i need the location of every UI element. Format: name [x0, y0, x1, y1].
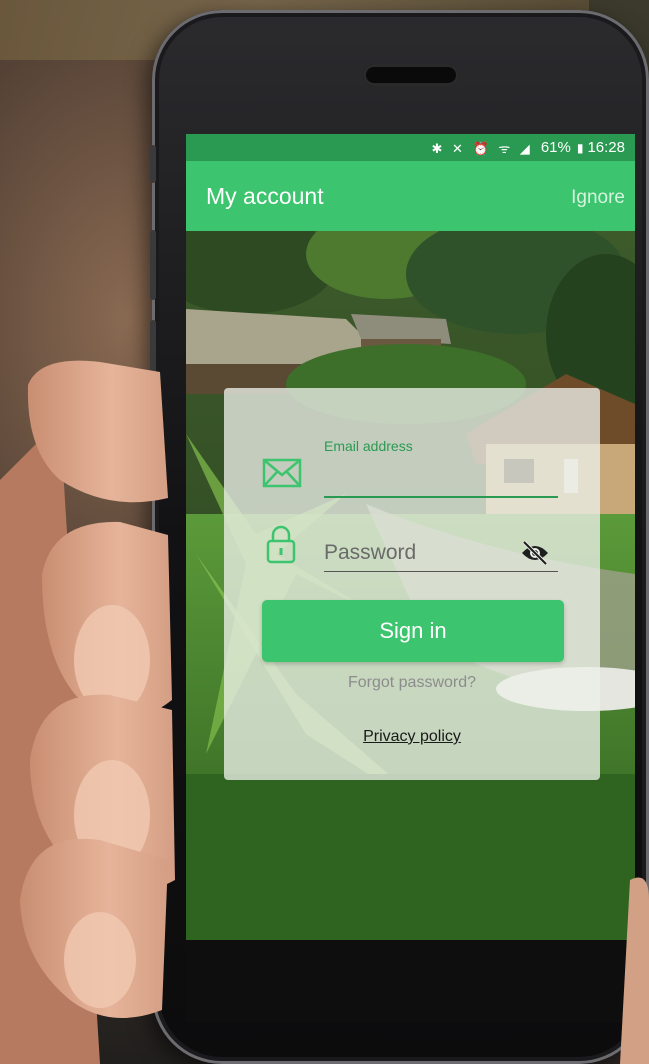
login-card: Email address Password Sign in Forgot pa…: [224, 388, 600, 780]
email-input[interactable]: [324, 458, 558, 496]
envelope-icon: [262, 458, 302, 488]
privacy-policy-link[interactable]: Privacy policy: [224, 728, 600, 746]
password-input[interactable]: Password: [324, 541, 416, 565]
battery-level: 61%: [540, 139, 571, 156]
phone-screen: ✱ ✕ ⏰ ᯤ ◢ 61% ▮ 16:28 My account Ignore …: [186, 134, 635, 940]
app-bar: My account Ignore: [186, 161, 635, 231]
status-icons: ✱ ✕ ⏰ ᯤ ◢: [431, 140, 533, 156]
app-title: My account: [206, 183, 324, 209]
phone-earpiece: [363, 64, 459, 86]
forgot-password-link[interactable]: Forgot password?: [224, 674, 600, 692]
volume-down-button: [150, 320, 156, 390]
status-bar: ✱ ✕ ⏰ ᯤ ◢ 61% ▮ 16:28: [186, 134, 635, 161]
volume-up-button: [150, 230, 156, 300]
lock-icon: [266, 525, 296, 564]
ignore-button[interactable]: Ignore: [571, 187, 625, 209]
clock: 16:28: [587, 139, 625, 156]
battery-icon: ▮: [576, 140, 584, 155]
eye-off-icon[interactable]: [520, 540, 550, 566]
mute-switch: [150, 145, 156, 183]
email-label: Email address: [324, 438, 413, 454]
email-underline: [324, 496, 558, 498]
password-underline: [324, 571, 558, 572]
screen-bottom-bezel: [186, 940, 635, 1022]
sign-in-button[interactable]: Sign in: [262, 600, 564, 662]
